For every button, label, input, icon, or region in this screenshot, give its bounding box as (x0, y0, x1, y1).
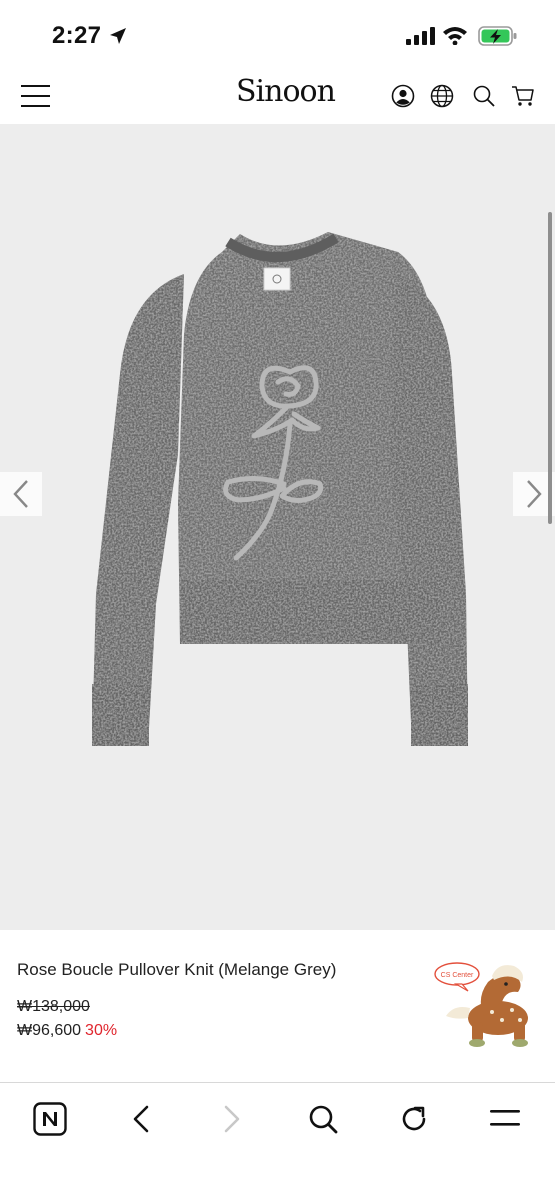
product-image (92, 232, 468, 746)
search-icon (309, 1105, 338, 1134)
wifi-icon (443, 27, 467, 45)
product-name: Rose Boucle Pullover Knit (Melange Grey) (17, 960, 337, 979)
status-time: 2:27 (52, 22, 102, 49)
search-icon[interactable] (472, 84, 496, 108)
forward-icon (224, 1105, 240, 1133)
account-icon[interactable] (391, 84, 415, 108)
back-icon (133, 1105, 149, 1133)
sale-price-row: ₩96,600 30% (17, 1022, 117, 1040)
site-logo[interactable]: Sinoon (236, 74, 336, 109)
prev-image-button[interactable] (0, 472, 42, 516)
discount-badge: 30% (85, 1022, 118, 1039)
browser-toolbar (0, 1082, 555, 1200)
forward-button[interactable] (214, 1101, 250, 1137)
browser-menu-button[interactable] (487, 1101, 523, 1137)
language-globe-icon[interactable] (430, 84, 454, 108)
sale-price: ₩96,600 (17, 1022, 82, 1039)
site-header: Sinoon (0, 72, 555, 124)
menu-icon[interactable] (20, 83, 52, 109)
browser-search-button[interactable] (305, 1101, 341, 1137)
chevron-left-icon (13, 480, 28, 508)
reload-icon (402, 1106, 426, 1131)
cs-center-label: CS Center (441, 972, 474, 979)
cart-icon[interactable] (511, 84, 535, 108)
back-button[interactable] (123, 1101, 159, 1137)
status-bar: 2:27 (0, 0, 555, 72)
product-info: Rose Boucle Pullover Knit (Melange Grey)… (0, 930, 555, 1082)
product-gallery[interactable] (0, 124, 555, 930)
chevron-right-icon (527, 480, 542, 508)
naver-n-icon (33, 1102, 67, 1136)
battery-charging-icon (478, 26, 517, 46)
original-price: ₩138,000 (17, 998, 90, 1015)
page-scrollbar[interactable] (548, 212, 552, 524)
cellular-signal-icon (406, 27, 435, 45)
menu-icon (490, 1110, 520, 1126)
reload-button[interactable] (396, 1101, 432, 1137)
naver-home-button[interactable] (32, 1101, 68, 1137)
cs-center-button[interactable]: CS Center (432, 958, 544, 1050)
location-arrow-icon (110, 28, 126, 44)
